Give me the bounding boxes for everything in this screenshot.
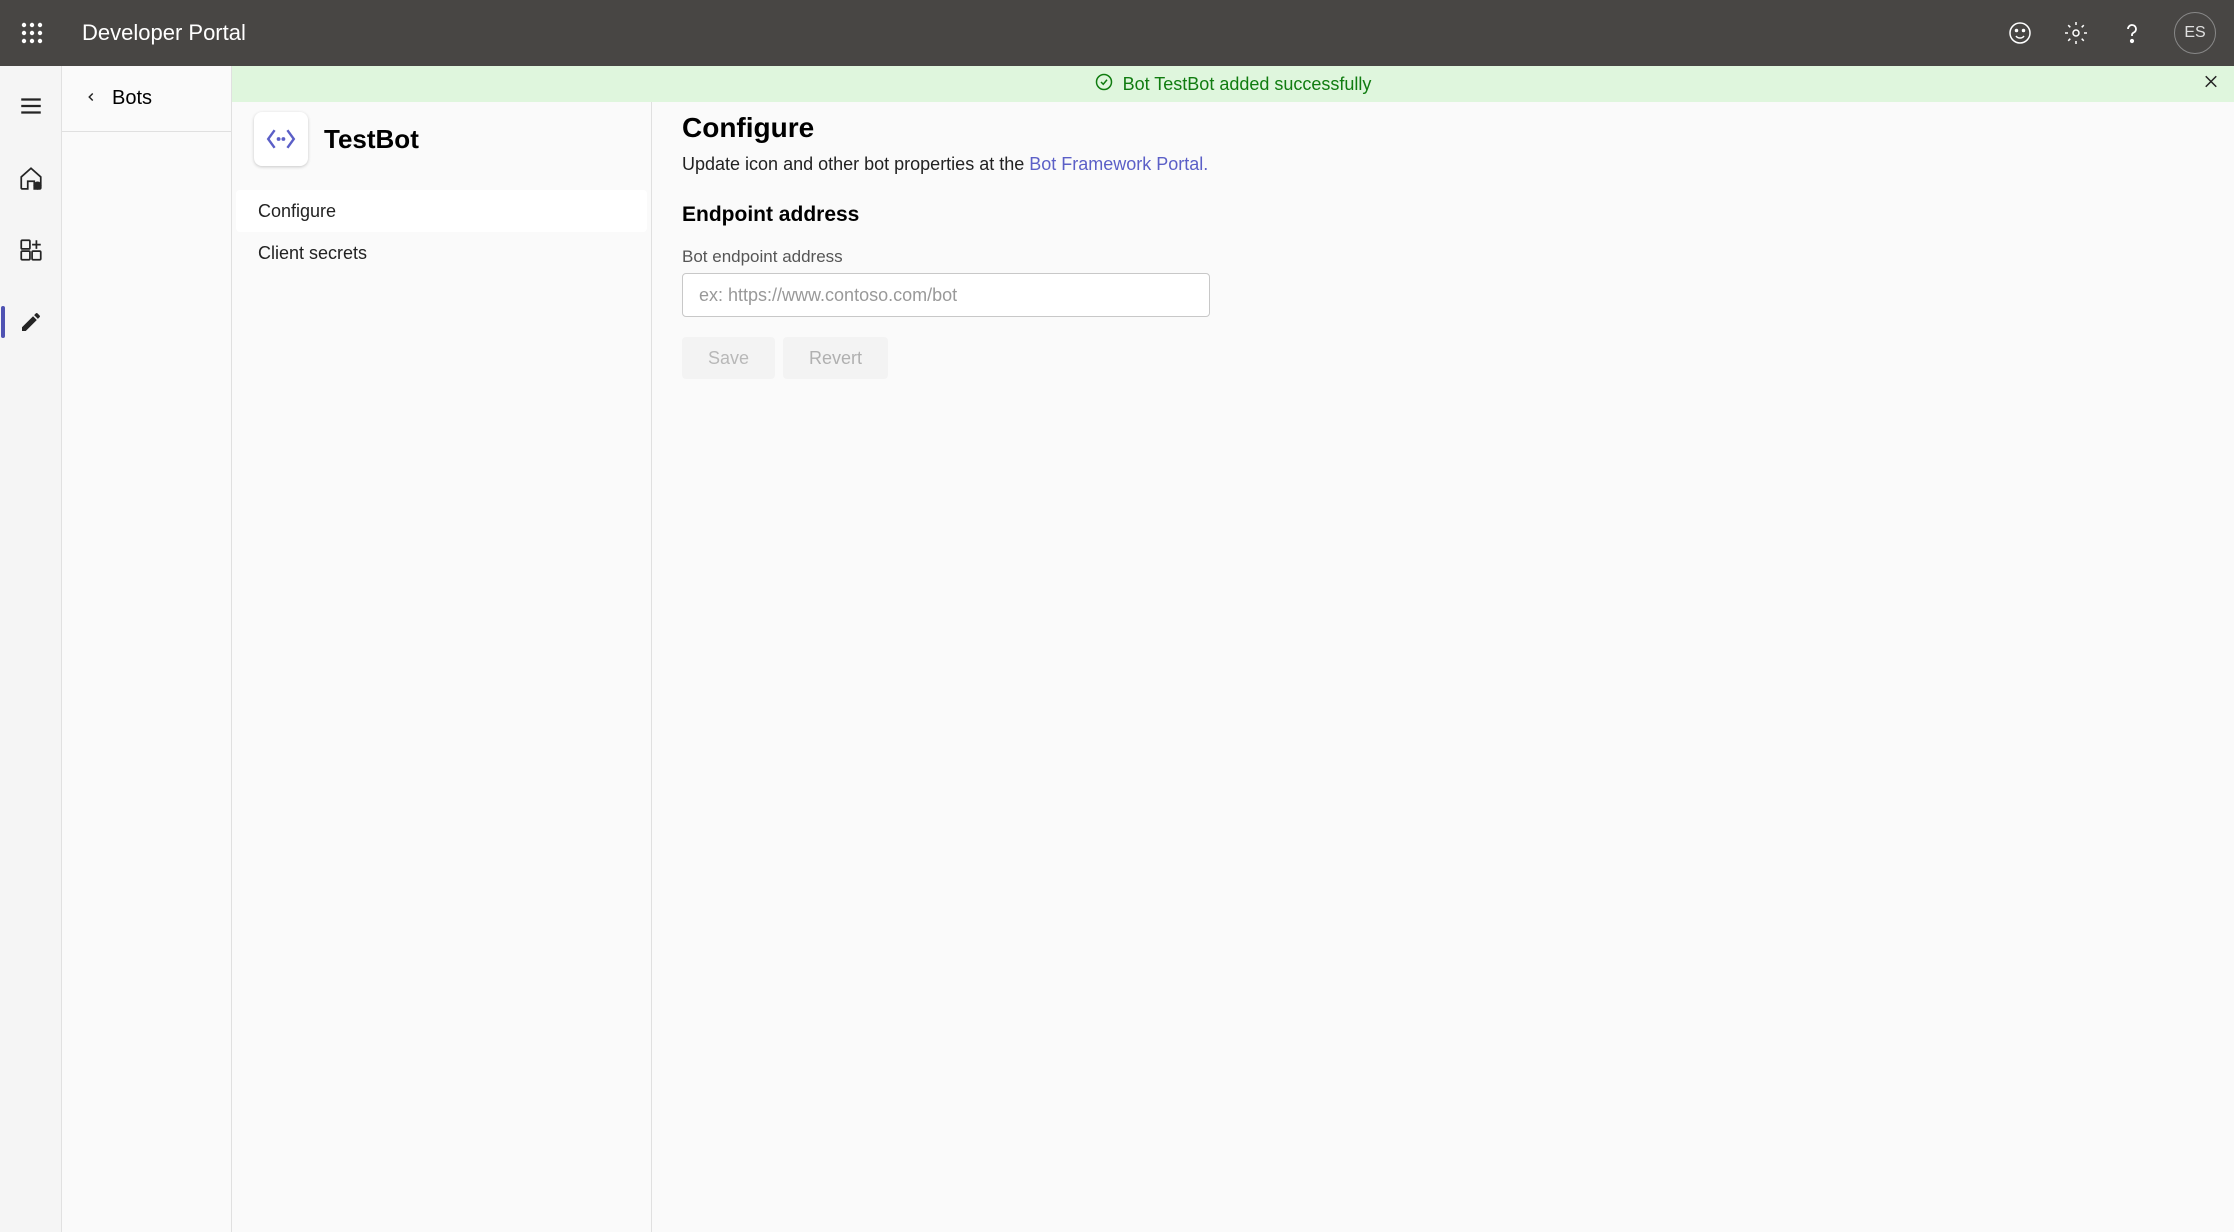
top-bar-right: ES xyxy=(2006,12,2224,54)
app-launcher-icon[interactable] xyxy=(10,11,54,55)
bot-header: TestBot xyxy=(232,112,651,190)
side-panel: TestBot Configure Client secrets xyxy=(232,102,652,1232)
configure-heading: Configure xyxy=(682,112,2204,144)
home-icon[interactable] xyxy=(9,156,53,200)
detail-panel: Configure Update icon and other bot prop… xyxy=(652,102,2234,1232)
content-row: TestBot Configure Client secrets Configu… xyxy=(232,102,2234,1232)
feedback-icon[interactable] xyxy=(2006,19,2034,47)
revert-button[interactable]: Revert xyxy=(783,337,888,379)
success-check-icon xyxy=(1095,73,1113,96)
configure-subtext: Update icon and other bot properties at … xyxy=(682,154,2204,175)
endpoint-heading: Endpoint address xyxy=(682,203,2204,227)
endpoint-input[interactable] xyxy=(682,273,1210,317)
app-body: Bots Bot TestBot added successfully Test… xyxy=(0,66,2234,1232)
top-bar-left: Developer Portal xyxy=(10,11,246,55)
top-bar: Developer Portal ES xyxy=(0,0,2234,66)
breadcrumb-label: Bots xyxy=(112,87,152,110)
nav-configure[interactable]: Configure xyxy=(236,190,647,232)
button-row: Save Revert xyxy=(682,337,2204,379)
breadcrumb-column: Bots xyxy=(62,66,232,1232)
main-area: Bot TestBot added successfully TestBot C… xyxy=(232,66,2234,1232)
help-icon[interactable] xyxy=(2118,19,2146,47)
settings-icon[interactable] xyxy=(2062,19,2090,47)
success-notification: Bot TestBot added successfully xyxy=(232,66,2234,102)
bot-framework-link[interactable]: Bot Framework Portal. xyxy=(1029,154,1208,174)
chevron-left-icon xyxy=(84,87,98,110)
save-button[interactable]: Save xyxy=(682,337,775,379)
user-avatar[interactable]: ES xyxy=(2174,12,2216,54)
endpoint-label: Bot endpoint address xyxy=(682,247,2204,267)
bot-icon xyxy=(254,112,308,166)
portal-title: Developer Portal xyxy=(82,20,246,46)
close-icon[interactable] xyxy=(2202,73,2220,96)
hamburger-icon[interactable] xyxy=(9,84,53,128)
apps-icon[interactable] xyxy=(9,228,53,272)
left-rail xyxy=(0,66,62,1232)
bot-name: TestBot xyxy=(324,124,419,155)
notification-text: Bot TestBot added successfully xyxy=(1123,74,1372,95)
nav-client-secrets[interactable]: Client secrets xyxy=(236,232,647,274)
subtext-prefix: Update icon and other bot properties at … xyxy=(682,154,1029,174)
breadcrumb-back[interactable]: Bots xyxy=(62,66,231,132)
edit-icon[interactable] xyxy=(9,300,53,344)
